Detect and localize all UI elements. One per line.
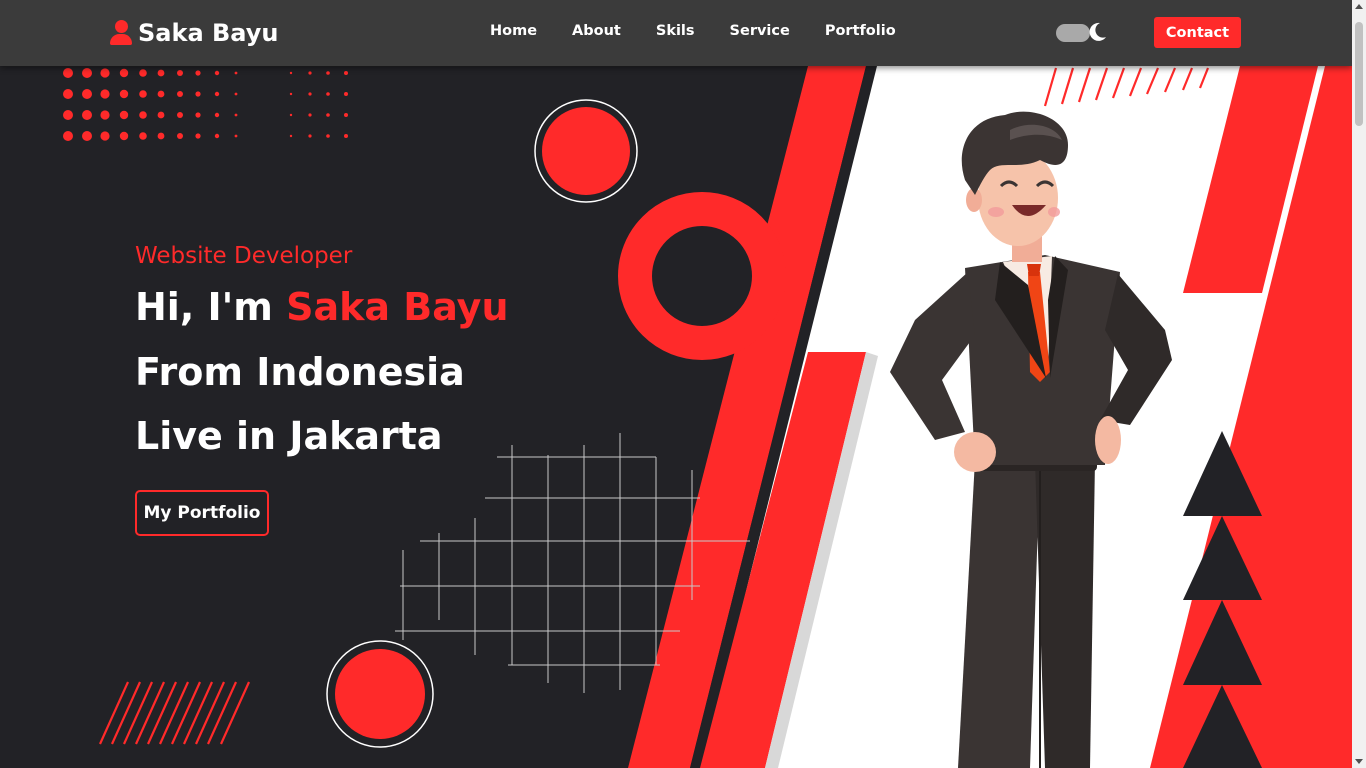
- big-red-ring: [618, 192, 786, 360]
- scroll-thumb[interactable]: [1355, 22, 1363, 126]
- brand-name: Saka Bayu: [138, 19, 279, 47]
- scroll-down-arrow-icon[interactable]: [1355, 759, 1363, 764]
- circle-top: [542, 107, 630, 195]
- moon-icon[interactable]: [1086, 21, 1108, 43]
- scroll-up-arrow-icon[interactable]: [1355, 4, 1363, 9]
- dot-pattern: [63, 68, 348, 141]
- circle-bottom: [335, 649, 425, 739]
- hero-subtitle: Website Developer: [135, 243, 353, 269]
- hatch-lines-bottom: [98, 681, 251, 745]
- nav-link-home[interactable]: Home: [490, 23, 537, 39]
- hero-line-city: Live in Jakarta: [135, 414, 443, 458]
- hero-name: Saka Bayu: [286, 285, 509, 329]
- contact-button[interactable]: Contact: [1154, 17, 1241, 48]
- brand-logo[interactable]: Saka Bayu: [110, 17, 278, 49]
- nav-links: Home About Skils Service Portfolio: [490, 23, 931, 39]
- nav-link-service[interactable]: Service: [730, 23, 790, 39]
- nav-link-portfolio[interactable]: Portfolio: [825, 23, 896, 39]
- nav-link-about[interactable]: About: [572, 23, 621, 39]
- theme-toggle[interactable]: [1056, 24, 1090, 42]
- my-portfolio-button[interactable]: My Portfolio: [135, 490, 269, 536]
- navbar: Saka Bayu Home About Skils Service Portf…: [0, 0, 1352, 66]
- hero-greeting-text: Hi, I'm: [135, 285, 287, 329]
- nav-link-skills[interactable]: Skils: [656, 23, 695, 39]
- scrollbar[interactable]: [1352, 0, 1366, 768]
- hero-greeting: Hi, I'm Saka Bayu: [135, 285, 509, 329]
- page: Saka Bayu Home About Skils Service Portf…: [0, 0, 1366, 768]
- hero-line-origin: From Indonesia: [135, 350, 465, 394]
- user-icon: [110, 20, 132, 46]
